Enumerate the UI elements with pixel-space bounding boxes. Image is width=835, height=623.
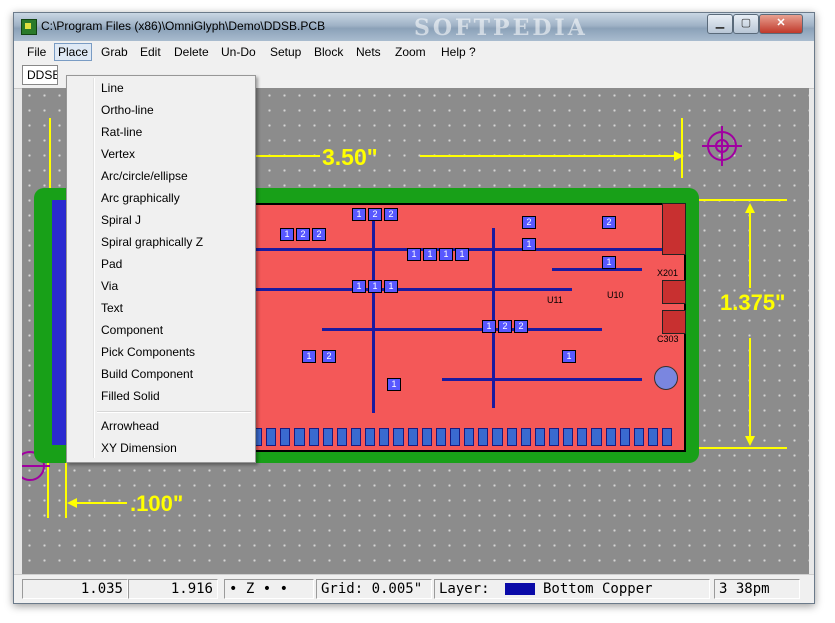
menu-place[interactable]: Place [54,43,93,61]
menu-item-xy-dimension[interactable]: XY Dimension [101,439,177,457]
menu-delete[interactable]: Delete [171,44,212,60]
menu-item-arrowhead[interactable]: Arrowhead [101,417,159,435]
menu-bar: File Place Grab Edit Delete Un-Do Setup … [14,41,814,62]
component-pad: 2 [296,228,310,241]
component-pad: 1 [482,320,496,333]
document-label[interactable]: DDSB [22,65,58,85]
component-pad: 2 [312,228,326,241]
dim-arrow-left [67,498,77,508]
menu-setup[interactable]: Setup [267,44,304,60]
minimize-button[interactable]: ▁ [707,14,733,34]
status-clock: 3 38pm [714,579,800,599]
close-button[interactable]: ✕ [759,14,803,34]
menu-item-vertex[interactable]: Vertex [101,145,135,163]
connector-pad-2 [662,310,686,334]
trace [252,288,572,291]
component-pad: 1 [522,238,536,251]
menu-item-pad[interactable]: Pad [101,255,122,273]
component-pad: 2 [602,216,616,229]
component-pad: 2 [514,320,528,333]
menu-item-via[interactable]: Via [101,277,118,295]
menu-item-build-component[interactable]: Build Component [101,365,193,383]
status-x-coordinate: 1.035 [22,579,128,599]
menu-item-text[interactable]: Text [101,299,123,317]
component-pad: 1 [368,280,382,293]
component-pad: 2 [384,208,398,221]
ref-label-c303: C303 [657,334,679,344]
app-icon[interactable] [21,19,37,35]
trace [492,228,495,408]
menu-block[interactable]: Block [311,44,346,60]
dim-arrow-down [745,436,755,446]
component-pad: 1 [455,248,469,261]
status-bar: 1.035 1.916 • Z • • Grid: 0.005" Layer: … [14,574,814,603]
trace [322,328,602,331]
component-pad: 1 [423,248,437,261]
dimension-height-text: 1.375" [720,290,786,315]
status-mode: • Z • • [224,579,314,599]
maximize-button[interactable]: ▢ [733,14,759,34]
status-layer: Layer: Bottom Copper [434,579,710,599]
menu-gutter [93,78,95,458]
component-pad: 1 [562,350,576,363]
status-grid: Grid: 0.005" [316,579,432,599]
app-window: C:\Program Files (x86)\OmniGlyph\Demo\DD… [13,12,815,604]
component-pad: 1 [387,378,401,391]
menu-undo[interactable]: Un-Do [218,44,259,60]
menu-separator [97,411,251,413]
component-pad: 1 [302,350,316,363]
softpedia-watermark: SOFTPEDIA [414,15,588,41]
mounting-hole [654,366,678,390]
menu-item-spiral-graphically[interactable]: Spiral graphically Z [101,233,203,251]
menu-item-pick-components[interactable]: Pick Components [101,343,195,361]
ref-label-x201: X201 [657,268,679,278]
connector-pad-1 [662,280,686,304]
status-y-coordinate: 1.916 [128,579,218,599]
menu-item-rat-line[interactable]: Rat-line [101,123,142,141]
menu-file[interactable]: File [24,44,49,60]
component-pad: 1 [407,248,421,261]
component-pad: 1 [384,280,398,293]
dimension-offset-text: .100" [130,491,184,516]
ref-label-u10: U10 [607,290,624,300]
trace [552,268,642,271]
menu-item-component[interactable]: Component [101,321,163,339]
edge-connector-pads [252,428,673,446]
dimension-width-text: 3.50" [322,144,378,170]
component-pad: 1 [352,208,366,221]
layer-color-swatch [505,583,535,595]
ref-label-u11: U11 [547,295,563,305]
component-pad: 2 [322,350,336,363]
menu-item-spiral[interactable]: Spiral J [101,211,141,229]
component-pad: 1 [439,248,453,261]
menu-edit[interactable]: Edit [137,44,164,60]
component-pad: 2 [498,320,512,333]
trace [372,213,375,413]
menu-item-arc-graphically[interactable]: Arc graphically [101,189,180,207]
menu-item-line[interactable]: Line [101,79,124,97]
component-pad: 1 [602,256,616,269]
trace [442,378,642,381]
component-pad: 1 [352,280,366,293]
place-menu-dropdown: Line Ortho-line Rat-line Vertex Arc/circ… [66,75,256,463]
component-pad: 1 [280,228,294,241]
connector-pad [662,203,686,255]
menu-zoom[interactable]: Zoom [392,44,429,60]
menu-item-ortho-line[interactable]: Ortho-line [101,101,154,119]
menu-grab[interactable]: Grab [98,44,131,60]
menu-nets[interactable]: Nets [353,44,384,60]
component-pad: 2 [368,208,382,221]
layer-label: Layer: [439,581,490,597]
menu-help[interactable]: Help ? [438,44,479,60]
layer-name: Bottom Copper [543,581,653,597]
title-bar[interactable]: C:\Program Files (x86)\OmniGlyph\Demo\DD… [14,13,814,41]
menu-item-arc-circle-ellipse[interactable]: Arc/circle/ellipse [101,167,188,185]
dim-arrow-up [745,203,755,213]
menu-item-filled-solid[interactable]: Filled Solid [101,387,160,405]
component-pad: 2 [522,216,536,229]
window-title: C:\Program Files (x86)\OmniGlyph\Demo\DD… [41,19,326,33]
